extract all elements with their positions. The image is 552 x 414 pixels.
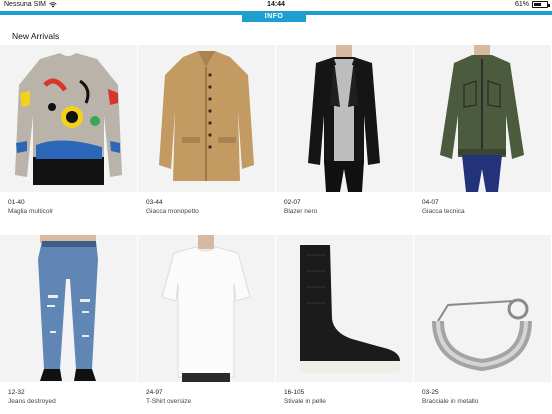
technical-jacket-image[interactable] <box>414 45 551 192</box>
boot-image[interactable] <box>276 235 413 382</box>
sweater-illustration <box>15 53 122 185</box>
product-code: 24-97 <box>146 389 163 396</box>
battery-percent: 61% <box>514 1 529 8</box>
bracelet-image[interactable] <box>414 235 551 382</box>
status-bar: Nessuna SIM 14:44 61% <box>0 0 552 11</box>
tshirt-image[interactable] <box>138 235 275 382</box>
jacket-illustration <box>159 51 254 181</box>
status-time: 14:44 <box>267 1 285 8</box>
product-code: 02-07 <box>284 199 301 206</box>
product-name: Giacca monopetto <box>146 208 199 215</box>
battery-icon <box>532 1 550 8</box>
product-code: 03-25 <box>422 389 439 396</box>
product-name: Maglia multicolr <box>8 208 54 215</box>
blazer-image[interactable] <box>276 45 413 192</box>
product-name: Bracciale in metallo <box>422 398 479 405</box>
product-name: Giacca tecnica <box>422 208 465 215</box>
product-code: 03-44 <box>146 199 163 206</box>
jeans-image[interactable] <box>0 235 137 382</box>
product-code: 04-07 <box>422 199 439 206</box>
battery-tip <box>548 4 550 7</box>
product-name: Blazer nero <box>284 208 318 215</box>
status-battery: 61% <box>514 1 550 8</box>
product-name: Jeans destroyed <box>8 398 56 405</box>
product-code: 01-40 <box>8 199 25 206</box>
product-name: T-Shirt oversize <box>146 398 192 405</box>
page-title: New Arrivals <box>12 31 60 41</box>
product-code: 12-32 <box>8 389 25 396</box>
boot-illustration <box>300 245 400 373</box>
product-code: 16-105 <box>284 389 305 396</box>
jeans-illustration <box>38 235 98 381</box>
battery-fill <box>534 3 541 6</box>
info-tab[interactable]: INFO <box>242 11 306 22</box>
product-name: Stivale in pelle <box>284 398 326 405</box>
sweater-image[interactable] <box>0 45 137 192</box>
blazer-illustration <box>308 45 380 192</box>
bracelet-illustration <box>432 298 532 372</box>
jacket-image[interactable] <box>138 45 275 192</box>
tshirt-illustration <box>161 235 251 382</box>
technical-jacket-illustration <box>440 45 524 192</box>
